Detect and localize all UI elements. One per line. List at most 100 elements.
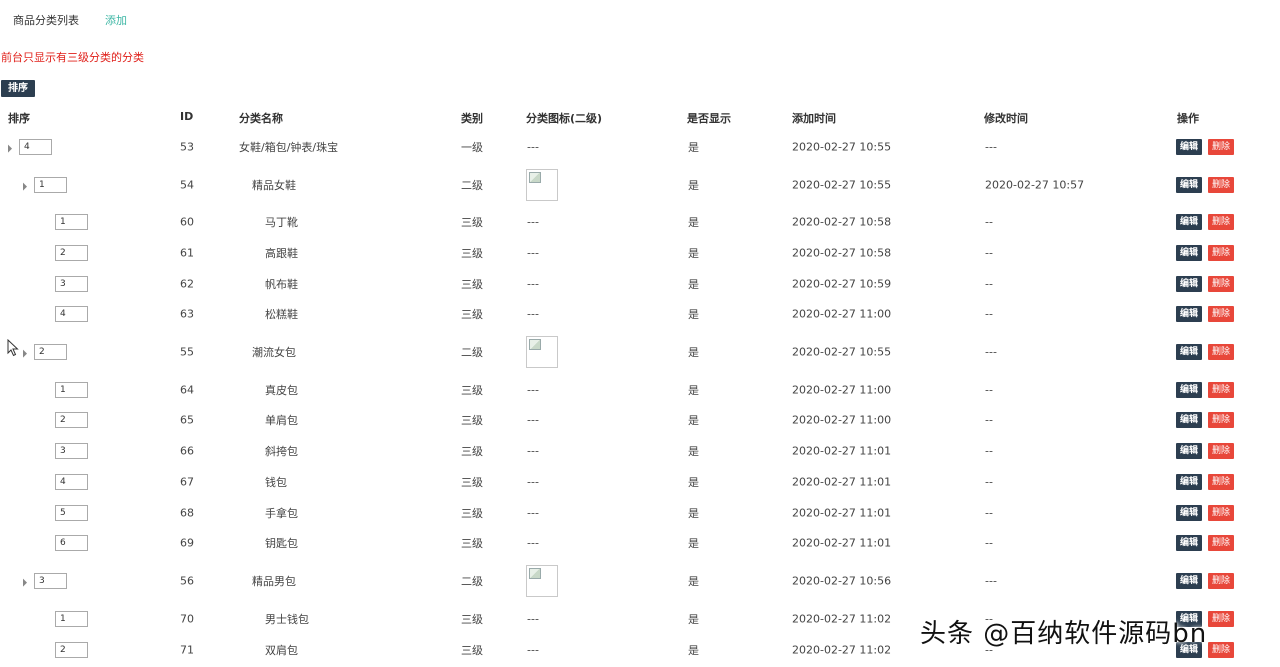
cell-level: 三级 bbox=[461, 445, 483, 458]
cell-icon: --- bbox=[527, 643, 539, 657]
cell-show: 是 bbox=[688, 308, 699, 321]
cell-name: 单肩包 bbox=[265, 414, 298, 427]
cell-id: 63 bbox=[180, 307, 194, 321]
delete-button[interactable]: 删除 bbox=[1208, 505, 1235, 521]
edit-button[interactable]: 编辑 bbox=[1176, 412, 1203, 428]
cell-modified: -- bbox=[985, 536, 993, 550]
expand-caret-icon[interactable] bbox=[23, 578, 27, 587]
sort-order-input[interactable] bbox=[55, 611, 88, 627]
delete-button[interactable]: 删除 bbox=[1208, 139, 1235, 155]
cell-added: 2020-02-27 11:01 bbox=[792, 475, 892, 489]
cell-name: 男士钱包 bbox=[265, 613, 309, 626]
sort-order-input[interactable] bbox=[55, 276, 88, 292]
cell-id: 70 bbox=[180, 612, 194, 626]
cell-show: 是 bbox=[688, 613, 699, 626]
edit-button[interactable]: 编辑 bbox=[1176, 443, 1203, 459]
tab-add[interactable]: 添加 bbox=[105, 12, 127, 28]
cell-show: 是 bbox=[688, 346, 699, 359]
expand-caret-icon[interactable] bbox=[23, 349, 27, 358]
expand-caret-icon[interactable] bbox=[23, 182, 27, 191]
cell-modified: --- bbox=[985, 574, 997, 588]
category-image bbox=[526, 336, 558, 368]
sort-order-input[interactable] bbox=[55, 412, 88, 428]
broken-image-icon bbox=[529, 568, 541, 579]
cell-icon: --- bbox=[527, 246, 539, 260]
sort-order-input[interactable] bbox=[55, 642, 88, 658]
cell-name: 斜挎包 bbox=[265, 445, 298, 458]
cell-show: 是 bbox=[688, 179, 699, 192]
cell-modified: 2020-02-27 10:57 bbox=[985, 178, 1085, 192]
sort-order-input[interactable] bbox=[34, 573, 67, 589]
edit-button[interactable]: 编辑 bbox=[1176, 382, 1203, 398]
delete-button[interactable]: 删除 bbox=[1208, 535, 1235, 551]
sort-order-input[interactable] bbox=[55, 474, 88, 490]
sort-order-input[interactable] bbox=[55, 382, 88, 398]
sort-order-input[interactable] bbox=[55, 505, 88, 521]
delete-button[interactable]: 删除 bbox=[1208, 214, 1235, 230]
tab-bar: 商品分类列表 添加 bbox=[13, 12, 127, 28]
cell-level: 一级 bbox=[461, 141, 483, 154]
tab-category-list[interactable]: 商品分类列表 bbox=[13, 12, 79, 28]
edit-button[interactable]: 编辑 bbox=[1176, 535, 1203, 551]
delete-button[interactable]: 删除 bbox=[1208, 443, 1235, 459]
delete-button[interactable]: 删除 bbox=[1208, 611, 1235, 627]
cell-id: 71 bbox=[180, 643, 194, 657]
delete-button[interactable]: 删除 bbox=[1208, 245, 1235, 261]
cell-id: 61 bbox=[180, 246, 194, 260]
delete-button[interactable]: 删除 bbox=[1208, 177, 1235, 193]
cell-id: 68 bbox=[180, 506, 194, 520]
delete-button[interactable]: 删除 bbox=[1208, 306, 1235, 322]
cell-added: 2020-02-27 10:55 bbox=[792, 345, 892, 359]
header-added: 添加时间 bbox=[792, 112, 836, 125]
cell-show: 是 bbox=[688, 575, 699, 588]
sort-order-input[interactable] bbox=[55, 535, 88, 551]
delete-button[interactable]: 删除 bbox=[1208, 412, 1235, 428]
cell-icon: --- bbox=[527, 140, 539, 154]
cell-modified: -- bbox=[985, 444, 993, 458]
edit-button[interactable]: 编辑 bbox=[1176, 474, 1203, 490]
cell-level: 三级 bbox=[461, 476, 483, 489]
edit-button[interactable]: 编辑 bbox=[1176, 573, 1203, 589]
sort-order-input[interactable] bbox=[55, 306, 88, 322]
delete-button[interactable]: 删除 bbox=[1208, 276, 1235, 292]
cell-name: 高跟鞋 bbox=[265, 247, 298, 260]
cell-added: 2020-02-27 11:01 bbox=[792, 444, 892, 458]
cell-id: 65 bbox=[180, 413, 194, 427]
cell-name: 真皮包 bbox=[265, 384, 298, 397]
cell-show: 是 bbox=[688, 476, 699, 489]
cell-icon: --- bbox=[527, 307, 539, 321]
edit-button[interactable]: 编辑 bbox=[1176, 177, 1203, 193]
cell-modified: -- bbox=[985, 383, 993, 397]
cell-level: 三级 bbox=[461, 414, 483, 427]
edit-button[interactable]: 编辑 bbox=[1176, 306, 1203, 322]
header-icon: 分类图标(二级) bbox=[526, 112, 603, 125]
sort-order-input[interactable] bbox=[34, 344, 67, 360]
cell-added: 2020-02-27 11:00 bbox=[792, 307, 892, 321]
edit-button[interactable]: 编辑 bbox=[1176, 344, 1203, 360]
cell-modified: -- bbox=[985, 277, 993, 291]
delete-button[interactable]: 删除 bbox=[1208, 474, 1235, 490]
sort-order-input[interactable] bbox=[55, 443, 88, 459]
edit-button[interactable]: 编辑 bbox=[1176, 245, 1203, 261]
cell-added: 2020-02-27 10:56 bbox=[792, 574, 892, 588]
delete-button[interactable]: 删除 bbox=[1208, 382, 1235, 398]
delete-button[interactable]: 删除 bbox=[1208, 642, 1235, 658]
sort-order-input[interactable] bbox=[19, 139, 52, 155]
sort-button[interactable]: 排序 bbox=[1, 80, 35, 97]
delete-button[interactable]: 删除 bbox=[1208, 573, 1235, 589]
sort-order-input[interactable] bbox=[55, 214, 88, 230]
broken-image-icon bbox=[529, 172, 541, 183]
edit-button[interactable]: 编辑 bbox=[1176, 139, 1203, 155]
sort-order-input[interactable] bbox=[55, 245, 88, 261]
edit-button[interactable]: 编辑 bbox=[1176, 276, 1203, 292]
expand-caret-icon[interactable] bbox=[8, 144, 12, 153]
edit-button[interactable]: 编辑 bbox=[1176, 505, 1203, 521]
cell-modified: -- bbox=[985, 506, 993, 520]
cell-modified: -- bbox=[985, 246, 993, 260]
delete-button[interactable]: 删除 bbox=[1208, 344, 1235, 360]
cell-level: 二级 bbox=[461, 179, 483, 192]
cell-id: 66 bbox=[180, 444, 194, 458]
sort-order-input[interactable] bbox=[34, 177, 67, 193]
edit-button[interactable]: 编辑 bbox=[1176, 214, 1203, 230]
header-modified: 修改时间 bbox=[984, 112, 1028, 125]
